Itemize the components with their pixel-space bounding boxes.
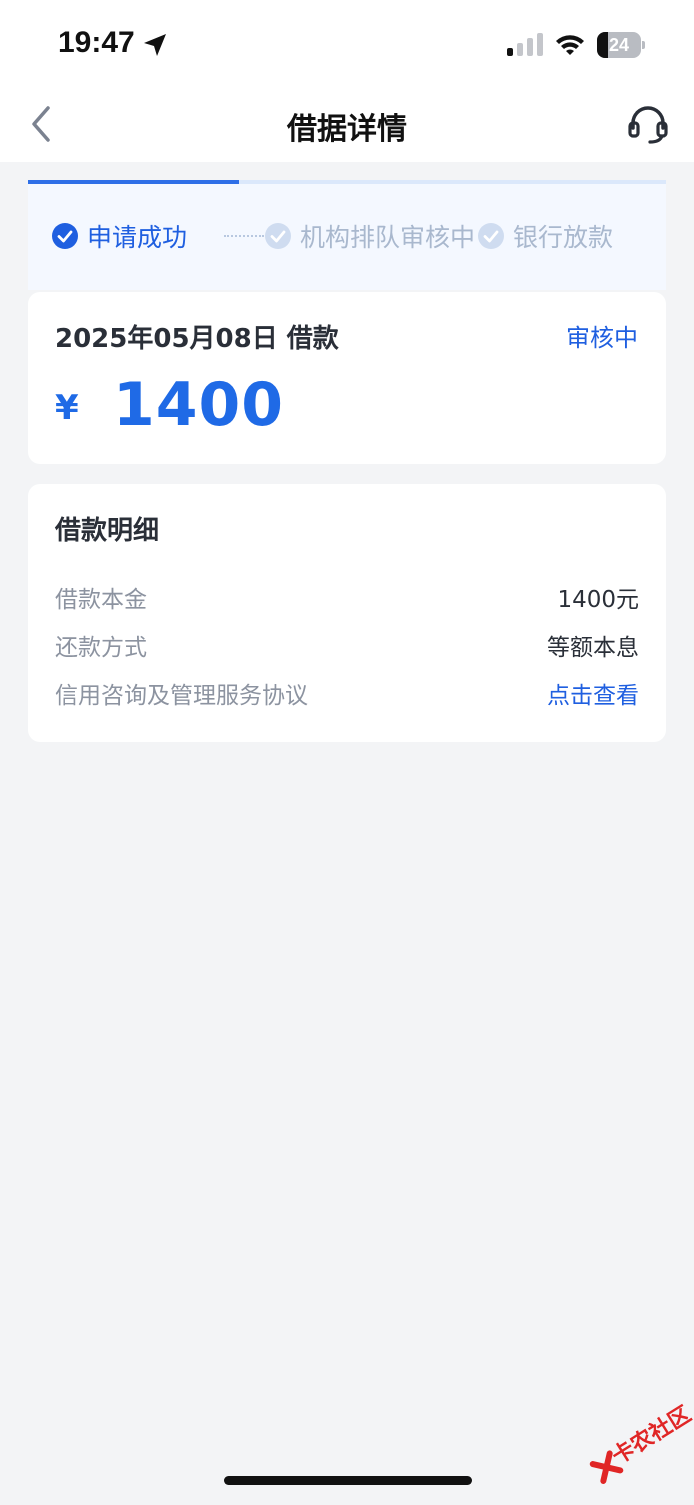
step-disburse: 银行放款: [478, 218, 613, 254]
step-apply-success: 申请成功: [52, 218, 187, 254]
row-label: 借款本金: [55, 587, 147, 613]
home-indicator[interactable]: [224, 1476, 472, 1485]
status-badge: 审核中: [566, 324, 638, 352]
section-title: 借款明细: [55, 516, 160, 546]
page-title: 借据详情: [287, 112, 407, 147]
step-label: 银行放款: [513, 223, 614, 252]
check-circle-icon: [265, 223, 291, 249]
row-label: 信用咨询及管理服务协议: [55, 683, 308, 709]
progress-steps: 申请成功 机构排队审核中 银行放款: [28, 180, 666, 290]
progress-fill: [28, 180, 239, 184]
battery-icon: 24: [597, 32, 645, 58]
headset-icon[interactable]: [626, 102, 670, 146]
battery-cap: [642, 41, 645, 49]
cellular-signal-icon: [507, 33, 543, 56]
detail-row-agreement[interactable]: 信用咨询及管理服务协议 点击查看: [55, 676, 639, 710]
detail-row-principal: 借款本金 1400元: [55, 580, 639, 614]
currency-symbol: ¥: [55, 388, 79, 428]
signal-bar: [507, 48, 513, 56]
check-circle-icon: [52, 223, 78, 249]
status-time: 19:47: [58, 26, 135, 59]
step-connector: [224, 235, 264, 237]
signal-bar: [517, 43, 523, 56]
watermark-text: 卡农社区: [607, 1402, 694, 1470]
status-bar: 19:47 24: [0, 0, 694, 88]
loan-details-card: 借款明细 借款本金 1400元 还款方式 等额本息 信用咨询及管理服务协议 点击…: [28, 484, 666, 742]
wifi-icon: [556, 35, 584, 55]
signal-bar: [527, 38, 533, 56]
view-agreement-link[interactable]: 点击查看: [547, 676, 639, 710]
step-review: 机构排队审核中: [265, 218, 475, 254]
battery-level: 24: [608, 35, 630, 55]
location-arrow-icon: [144, 34, 166, 56]
check-circle-icon: [478, 223, 504, 249]
row-label: 还款方式: [55, 635, 147, 661]
row-value: 等额本息: [547, 635, 639, 661]
step-label: 机构排队审核中: [300, 223, 476, 252]
loan-summary-card: 2025年05月08日 借款 审核中 ¥ 1400: [28, 292, 666, 464]
row-value: 1400元: [557, 587, 639, 613]
signal-bar: [537, 33, 543, 56]
loan-amount: 1400: [113, 370, 284, 440]
loan-date: 2025年05月08日 借款: [55, 324, 339, 354]
watermark: 卡农社区: [573, 1383, 694, 1505]
nav-bar: 借据详情: [0, 88, 694, 162]
battery-body: 24: [597, 32, 641, 58]
progress-track: [28, 180, 666, 184]
step-label: 申请成功: [87, 223, 188, 252]
detail-row-repayment: 还款方式 等额本息: [55, 628, 639, 662]
